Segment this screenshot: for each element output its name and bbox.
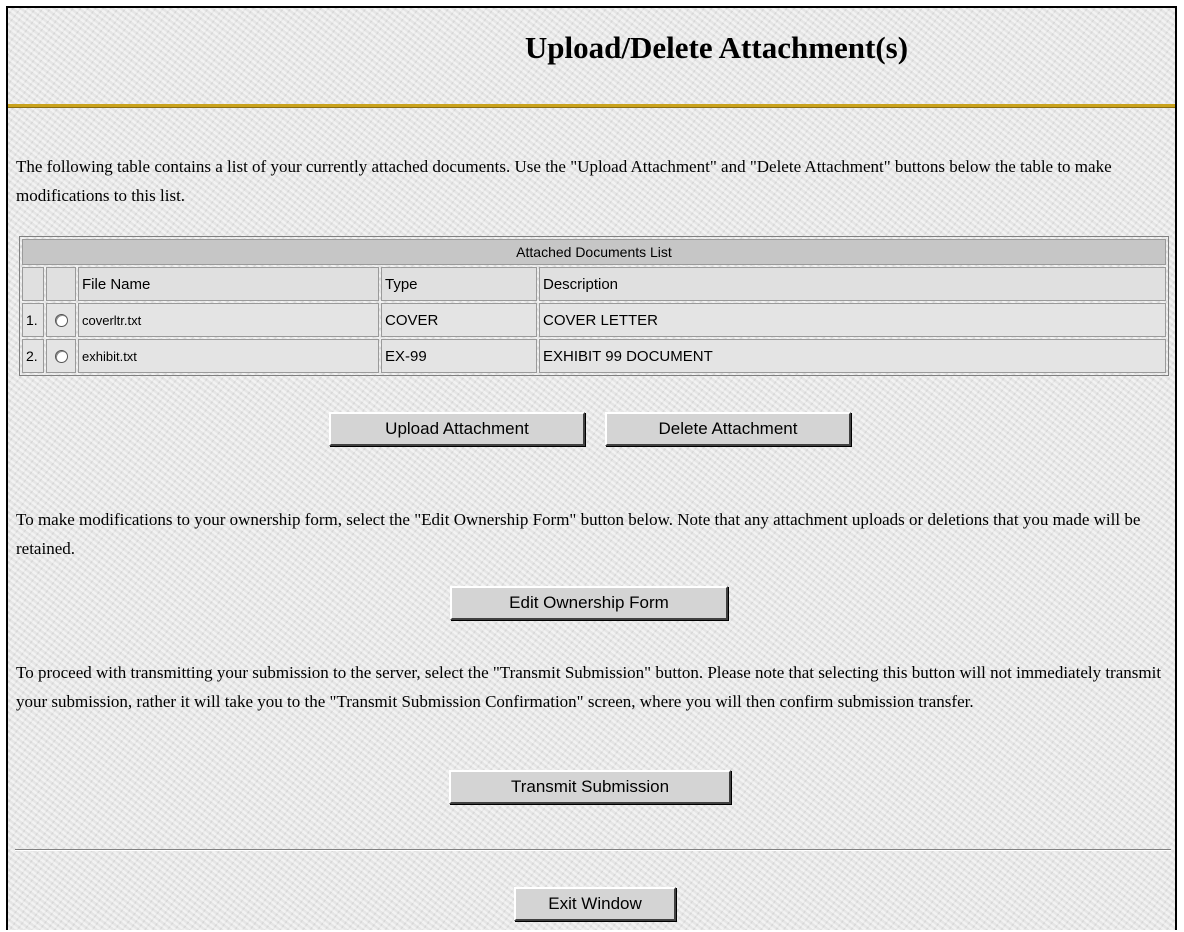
- transmit-paragraph: To proceed with transmitting your submis…: [16, 663, 1162, 711]
- edit-ownership-form-button[interactable]: Edit Ownership Form: [450, 586, 728, 620]
- row-index: 1.: [22, 303, 44, 337]
- upload-attachment-button[interactable]: Upload Attachment: [329, 412, 585, 446]
- intro-paragraph: The following table contains a list of y…: [16, 157, 1112, 205]
- radio-button[interactable]: [54, 314, 68, 328]
- column-header-type: Type: [381, 267, 537, 301]
- row-select-radio-cell[interactable]: [46, 303, 76, 337]
- header-select-cell: [46, 267, 76, 301]
- row-type: COVER: [381, 303, 537, 337]
- row-select-radio-cell[interactable]: [46, 339, 76, 373]
- row-file-name: coverltr.txt: [78, 303, 379, 337]
- delete-attachment-button[interactable]: Delete Attachment: [605, 412, 851, 446]
- bottom-divider: [15, 849, 1171, 851]
- row-description: COVER LETTER: [539, 303, 1166, 337]
- browser-window-frame: Upload/Delete Attachment(s) The followin…: [6, 6, 1177, 930]
- table-row: 1. coverltr.txt COVER COVER LETTER: [22, 303, 1166, 337]
- row-index: 2.: [22, 339, 44, 373]
- header-index-cell: [22, 267, 44, 301]
- row-type: EX-99: [381, 339, 537, 373]
- exit-window-button[interactable]: Exit Window: [514, 887, 676, 921]
- attached-documents-table: Attached Documents List File Name Type D…: [19, 236, 1169, 376]
- title-divider: [8, 104, 1175, 108]
- row-file-name: exhibit.txt: [78, 339, 379, 373]
- column-header-description: Description: [539, 267, 1166, 301]
- edit-form-paragraph: To make modifications to your ownership …: [16, 510, 1141, 558]
- table-header-row: File Name Type Description: [22, 267, 1166, 301]
- radio-button[interactable]: [54, 350, 68, 364]
- row-description: EXHIBIT 99 DOCUMENT: [539, 339, 1166, 373]
- page-title: Upload/Delete Attachment(s): [524, 30, 909, 65]
- transmit-submission-button[interactable]: Transmit Submission: [449, 770, 731, 804]
- table-row: 2. exhibit.txt EX-99 EXHIBIT 99 DOCUMENT: [22, 339, 1166, 373]
- table-caption: Attached Documents List: [22, 239, 1166, 265]
- column-header-file-name: File Name: [78, 267, 379, 301]
